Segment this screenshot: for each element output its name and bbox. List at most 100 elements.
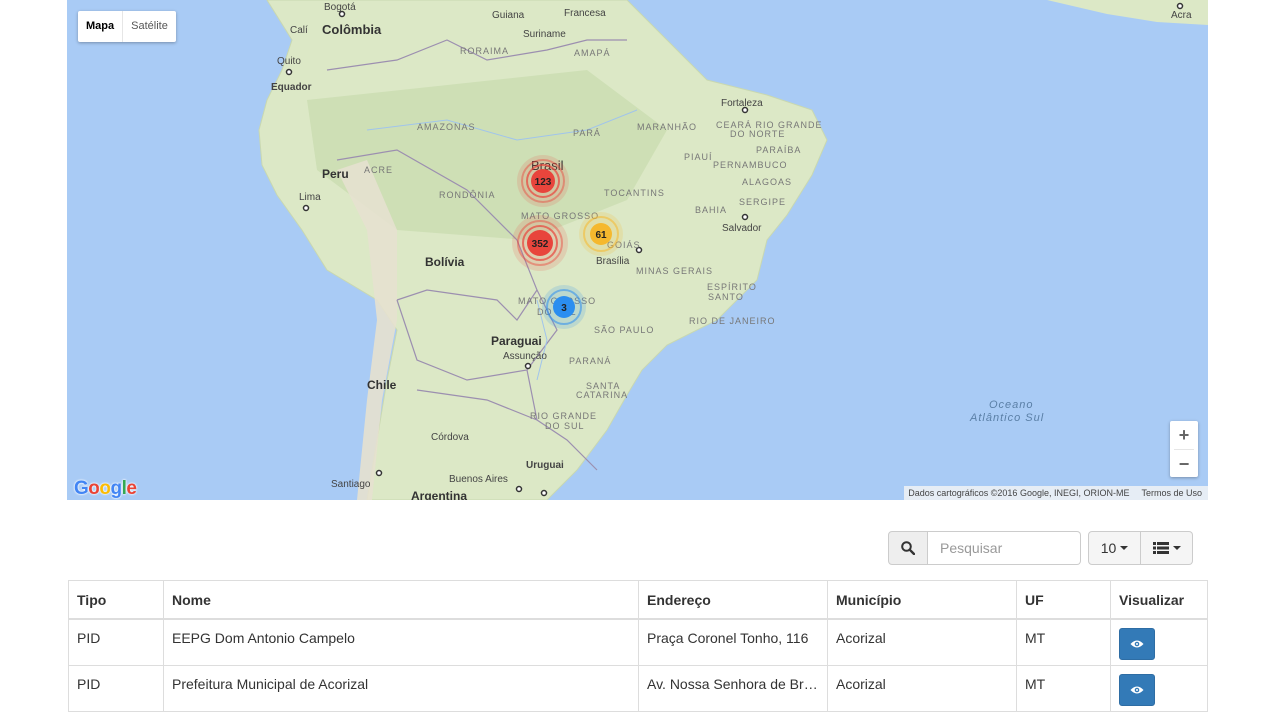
map-label: ALAGOAS [742,177,792,187]
map-label: Paraguai [491,334,542,348]
map-label: Colômbia [322,22,382,37]
search-group [888,531,1081,565]
view-button[interactable] [1119,673,1155,706]
column-header-endereco[interactable]: Endereço [638,580,828,620]
map-label: Bogotá [324,2,356,13]
map-label: RONDÔNIA [439,190,496,200]
map-label: Assunção [503,351,547,362]
search-input[interactable] [928,531,1081,565]
map-label: Equador [271,82,312,93]
map-label: DO NORTE [730,129,785,139]
google-logo[interactable]: Google [74,478,137,500]
zoom-out-button[interactable]: − [1170,450,1198,478]
map-label: Brasília [596,256,630,267]
zoom-in-button[interactable]: + [1170,421,1198,449]
zoom-control: + − [1170,421,1198,477]
cluster-marker-123[interactable]: 123 [517,155,569,207]
map-label: RIO DE JANEIRO [689,316,776,326]
cell-endereco: Praça Coronel Tonho, 116 [638,618,828,666]
cluster-count: 3 [561,303,567,314]
cell-municipio: Acorizal [827,618,1017,666]
map-label: Suriname [523,29,566,40]
map-label: Salvador [722,223,762,234]
map-label: RIO GRANDE [530,411,597,421]
column-header-tipo[interactable]: Tipo [68,580,164,620]
map-label: Fortaleza [721,98,763,109]
map-label: SÃO PAULO [594,325,654,335]
cluster-count: 352 [532,239,549,250]
map-label: Guiana [492,10,525,21]
map-label: ESPÍRITO [707,282,757,292]
map-label: PERNAMBUCO [713,160,788,170]
map-container[interactable]: Bogotá Guiana Francesa Acra Calí Colômbi… [67,0,1208,500]
map-type-satellite-button[interactable]: Satélite [123,11,176,42]
attribution-text: Dados cartográficos ©2016 Google, INEGI,… [908,488,1130,498]
map-label: PARAÍBA [756,145,801,155]
cluster-count: 123 [535,177,552,188]
cell-nome: Prefeitura Municipal de Acorizal [163,664,639,712]
cell-municipio: Acorizal [827,664,1017,712]
map-label: Atlântico Sul [969,412,1044,424]
cell-tipo: PID [68,664,164,712]
map-label: TOCANTINS [604,188,665,198]
map-attribution: Dados cartográficos ©2016 Google, INEGI,… [904,486,1208,500]
search-button[interactable] [888,531,928,565]
table-header-row: Tipo Nome Endereço Município UF Visualiz… [68,580,1208,620]
map-type-map-button[interactable]: Mapa [78,11,124,42]
map-label: Uruguai [526,460,564,471]
map-label: RORAIMA [460,46,509,56]
map-label: Santiago [331,479,371,490]
page-size-dropdown[interactable]: 10 [1088,531,1141,565]
map-label: Oceano [989,399,1034,411]
map-label: Chile [367,378,397,392]
map-label: Peru [322,167,349,181]
map-label: ACRE [364,165,393,175]
cluster-marker-61[interactable]: 61 [579,212,623,256]
map-label: Buenos Aires [449,474,508,485]
cluster-marker-352[interactable]: 352 [512,215,568,271]
terms-link[interactable]: Termos de Uso [1141,488,1202,498]
page-size-value: 10 [1100,540,1117,556]
map-label: Lima [299,192,321,203]
map-label: BAHIA [695,205,727,215]
cluster-count: 61 [595,230,607,241]
map-label: MARANHÃO [637,122,697,132]
map-label: SERGIPE [739,197,786,207]
columns-dropdown[interactable] [1141,531,1193,565]
table-options-group: 10 [1088,531,1193,565]
map-label: Córdova [431,432,469,443]
cell-uf: MT [1016,664,1111,712]
column-header-visualizar: Visualizar [1110,580,1208,620]
map-label: PIAUÍ [684,152,713,162]
map-label: Quito [277,56,301,67]
cell-uf: MT [1016,618,1111,666]
column-header-municipio[interactable]: Município [827,580,1017,620]
column-header-nome[interactable]: Nome [163,580,639,620]
map-label: Calí [290,25,308,36]
view-button[interactable] [1119,628,1155,660]
map-label: PARANÁ [569,356,611,366]
eye-icon [1130,640,1144,648]
cluster-marker-3[interactable]: 3 [542,285,586,329]
cell-nome: EEPG Dom Antonio Campelo [163,618,639,666]
map-label: Bolívia [425,255,465,269]
list-icon [1152,542,1169,554]
results-table: Tipo Nome Endereço Município UF Visualiz… [68,580,1208,712]
table-row: PID Prefeitura Municipal de Acorizal Av.… [68,664,1208,712]
map-label: MINAS GERAIS [636,266,713,276]
map-label: PARÁ [573,128,601,138]
eye-icon [1130,686,1144,693]
cell-tipo: PID [68,618,164,666]
cell-endereco: Av. Nossa Senhora de Brotas [638,664,828,712]
map-label: CATARINA [576,390,628,400]
map-label: Acra [1171,10,1192,21]
caret-down-icon [1120,546,1129,550]
map-label: AMAPÁ [574,48,611,58]
map-label: AMAZONAS [417,122,476,132]
map-canvas[interactable]: Bogotá Guiana Francesa Acra Calí Colômbi… [67,0,1208,500]
map-label: Francesa [564,8,606,19]
column-header-uf[interactable]: UF [1016,580,1111,620]
map-label: DO SUL [545,421,585,431]
cell-visualizar [1110,664,1208,712]
search-icon [901,541,915,555]
